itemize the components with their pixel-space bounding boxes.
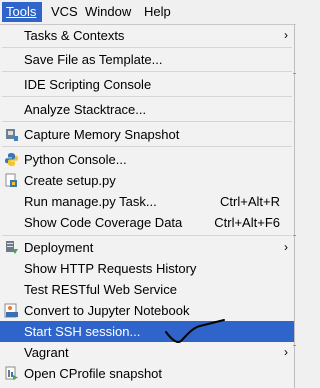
menu-item-test-restful-web-service[interactable]: Test RESTful Web Service bbox=[0, 279, 294, 300]
menu-item-label: Deployment bbox=[24, 240, 94, 255]
menu-separator bbox=[2, 235, 292, 236]
menu-window[interactable]: Window bbox=[81, 2, 135, 22]
menu-item-show-http-requests-history[interactable]: Show HTTP Requests History bbox=[0, 258, 294, 279]
menu-help[interactable]: Help bbox=[140, 2, 176, 22]
menu-item-label: Open CProfile snapshot bbox=[24, 366, 163, 381]
menu-item-label: Save File as Template... bbox=[24, 52, 163, 67]
menu-item-label: Start SSH session... bbox=[24, 324, 141, 339]
profile-icon bbox=[4, 366, 19, 381]
tools-menu: Tasks & Contexts › Save File as Template… bbox=[0, 25, 295, 388]
menu-item-label: Show HTTP Requests History bbox=[24, 261, 197, 276]
menu-item-label: Run manage.py Task... bbox=[24, 194, 157, 209]
menu-item-label: Python Console... bbox=[24, 152, 127, 167]
menu-separator bbox=[2, 47, 292, 48]
menu-item-ide-scripting-console[interactable]: IDE Scripting Console bbox=[0, 74, 294, 95]
menu-item-label: IDE Scripting Console bbox=[24, 77, 152, 92]
menu-item-capture-memory-snapshot[interactable]: Capture Memory Snapshot bbox=[0, 124, 294, 145]
menu-item-show-code-coverage-data[interactable]: Show Code Coverage Data Ctrl+Alt+F6 bbox=[0, 212, 294, 233]
menu-item-label: Create setup.py bbox=[24, 173, 116, 188]
menu-item-tasks-contexts[interactable]: Tasks & Contexts › bbox=[0, 25, 294, 46]
menu-item-label: Test RESTful Web Service bbox=[24, 282, 177, 297]
python-icon bbox=[4, 152, 19, 167]
menu-item-start-ssh-session[interactable]: Start SSH session... bbox=[0, 321, 294, 342]
deployment-icon bbox=[4, 240, 19, 255]
menu-item-create-setup-py[interactable]: Create setup.py bbox=[0, 170, 294, 191]
annotation-checkmark bbox=[165, 319, 225, 343]
shortcut-label: Ctrl+Alt+F6 bbox=[214, 215, 280, 230]
menu-item-label: Analyze Stacktrace... bbox=[24, 102, 147, 117]
submenu-arrow-icon: › bbox=[284, 28, 288, 42]
memory-snapshot-icon bbox=[4, 127, 19, 142]
menu-item-python-console[interactable]: Python Console... bbox=[0, 149, 294, 170]
menu-separator bbox=[2, 121, 292, 122]
menu-separator bbox=[2, 96, 292, 97]
menu-item-run-manage-py-task[interactable]: Run manage.py Task... Ctrl+Alt+R bbox=[0, 191, 294, 212]
window-edge bbox=[293, 25, 296, 385]
menu-item-deployment[interactable]: Deployment › bbox=[0, 237, 294, 258]
menu-item-label: Show Code Coverage Data bbox=[24, 215, 183, 230]
menu-item-analyze-stacktrace[interactable]: Analyze Stacktrace... bbox=[0, 99, 294, 120]
menu-item-open-cprofile-snapshot[interactable]: Open CProfile snapshot bbox=[0, 363, 294, 384]
menu-item-label: Tasks & Contexts bbox=[24, 28, 125, 43]
menu-item-save-file-as-template[interactable]: Save File as Template... bbox=[0, 49, 294, 70]
menu-bar: Tools VCS Window Help bbox=[0, 0, 296, 25]
menu-item-label: Capture Memory Snapshot bbox=[24, 127, 180, 142]
shortcut-label: Ctrl+Alt+R bbox=[220, 194, 280, 209]
menu-item-label: Vagrant bbox=[24, 345, 69, 360]
submenu-arrow-icon: › bbox=[284, 345, 288, 359]
jupyter-icon bbox=[4, 303, 19, 318]
menu-item-vagrant[interactable]: Vagrant › bbox=[0, 342, 294, 363]
menu-item-convert-to-jupyter-notebook[interactable]: Convert to Jupyter Notebook bbox=[0, 300, 294, 321]
menu-separator bbox=[2, 71, 292, 72]
submenu-arrow-icon: › bbox=[284, 240, 288, 254]
python-file-icon bbox=[4, 173, 19, 188]
menu-separator bbox=[2, 146, 292, 147]
menu-vcs[interactable]: VCS bbox=[47, 2, 78, 22]
menu-tools[interactable]: Tools bbox=[2, 2, 42, 22]
